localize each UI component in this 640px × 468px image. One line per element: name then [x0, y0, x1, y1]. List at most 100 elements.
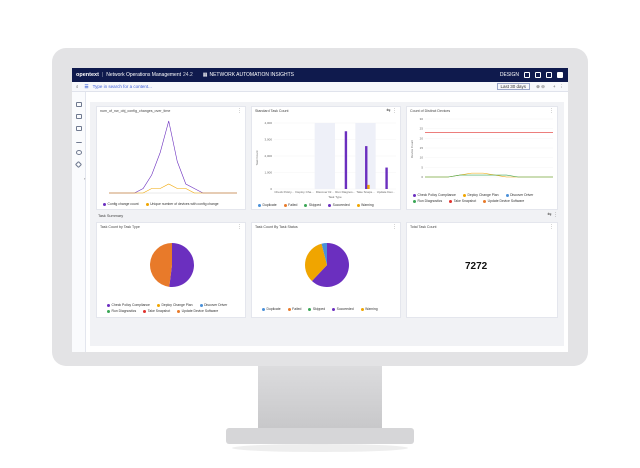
- legend-item[interactable]: Check Policy Compliance: [413, 193, 456, 197]
- legend-item[interactable]: Run Diagnostics: [107, 309, 136, 313]
- window-icon[interactable]: [76, 114, 82, 119]
- task-status-panel: Task Count By Task Status ⋮ Duplicate Fa…: [251, 222, 401, 318]
- section-menu-icon[interactable]: ⇆ ⋮: [547, 212, 558, 218]
- bar: [344, 131, 348, 189]
- bell-icon[interactable]: [535, 72, 541, 78]
- legend-swatch: [177, 309, 181, 313]
- legend-swatch: [308, 307, 312, 311]
- bar: [365, 146, 368, 189]
- legend-item[interactable]: Skipped: [304, 203, 321, 207]
- legend-swatch: [360, 307, 364, 311]
- legend-item[interactable]: Take Snapshot: [143, 309, 170, 313]
- expand-chevron-icon[interactable]: ›: [84, 176, 85, 181]
- legend-swatch: [304, 203, 308, 207]
- wrench-icon[interactable]: [74, 160, 83, 169]
- legend-item[interactable]: Discover Driver: [199, 303, 227, 307]
- x-tick-label: Run Diagnos...: [335, 190, 355, 194]
- legend-item[interactable]: Skipped: [308, 307, 325, 311]
- series-line: [109, 183, 237, 194]
- more-icon[interactable]: ⋮: [560, 84, 565, 90]
- legend-swatch: [462, 193, 466, 197]
- legend-item[interactable]: Discover Driver: [505, 193, 533, 197]
- grid-icon[interactable]: [76, 126, 82, 131]
- y-tick-label: 10: [420, 156, 424, 160]
- legend-item[interactable]: Succeeded: [332, 307, 354, 311]
- help-icon[interactable]: [546, 72, 552, 78]
- menu-icon[interactable]: ☰: [85, 84, 89, 90]
- y-tick-label: 3,000: [264, 138, 272, 142]
- legend-item[interactable]: Update Device Software: [483, 199, 524, 203]
- chart-legend: Check Policy Compliance Deploy Change Pl…: [107, 303, 241, 313]
- legend-swatch: [449, 199, 453, 203]
- x-tick-label: Check Policy...: [274, 190, 294, 194]
- design-button[interactable]: DESIGN: [500, 72, 519, 78]
- user-icon[interactable]: [557, 72, 563, 78]
- legend-item[interactable]: Succeeded: [328, 203, 350, 207]
- search-input[interactable]: Type in search for a content...: [93, 84, 152, 89]
- legend-swatch: [103, 202, 106, 206]
- app-version: 24.2: [183, 72, 193, 78]
- y-tick-label: 30: [420, 117, 424, 121]
- y-tick-label: 15: [420, 146, 424, 150]
- config-changes-chart: [109, 120, 237, 194]
- y-tick-label: 25: [420, 127, 424, 131]
- legend-swatch: [505, 193, 509, 197]
- search-icon: ⌕: [76, 84, 79, 89]
- legend-item[interactable]: Failed: [287, 307, 301, 311]
- pie-slice: [169, 243, 194, 287]
- y-axis-label: Device Count: [410, 140, 414, 158]
- globe-icon[interactable]: [76, 150, 82, 155]
- legend-swatch: [332, 307, 336, 311]
- legend-item[interactable]: Update Device Software: [177, 309, 218, 313]
- legend-swatch: [287, 307, 291, 311]
- time-range-selector[interactable]: Last 30 days: [496, 83, 531, 90]
- sidebar: ›: [72, 92, 86, 352]
- app-title: Network Operations Management: [106, 72, 181, 78]
- bar: [385, 167, 388, 189]
- panel-menu-icon[interactable]: ⋮: [549, 224, 554, 230]
- y-tick-label: 0: [421, 175, 423, 179]
- legend-swatch: [107, 303, 110, 307]
- app-header: opentext | Network Operations Management…: [72, 68, 568, 82]
- series-line: [109, 120, 237, 194]
- legend-item[interactable]: Warning: [356, 203, 374, 207]
- legend-item[interactable]: Unique number of devices with config cha…: [145, 202, 219, 206]
- legend-swatch: [199, 303, 203, 307]
- standard-task-count-panel: Standard Task Count ⇆ ⋮ 4,000 3,000 2,000 1…: [251, 106, 401, 210]
- brand-logo: opentext: [76, 72, 99, 78]
- legend-item[interactable]: Warning: [360, 307, 378, 311]
- legend-item[interactable]: Check Policy Compliance: [107, 303, 150, 307]
- legend-item[interactable]: Deploy Change Plan: [462, 193, 499, 197]
- task-type-panel: Task Count by Task Type ⋮ Check Policy C…: [96, 222, 246, 318]
- legend-swatch: [156, 303, 160, 307]
- legend-item[interactable]: Config change count: [103, 202, 139, 206]
- chart-legend: Config change count Unique number of dev…: [103, 202, 219, 206]
- legend-swatch: [283, 203, 287, 207]
- chart-legend: Check Policy Compliance Deploy Change Pl…: [413, 193, 553, 203]
- legend-swatch: [107, 309, 110, 313]
- task-status-pie: [305, 243, 349, 287]
- y-tick-label: 2,000: [264, 154, 272, 158]
- legend-item[interactable]: Take Snapshot: [449, 199, 476, 203]
- highlight-band: [314, 123, 335, 189]
- legend-swatch: [258, 203, 261, 207]
- search-bar: ⌕ ☰ Type in search for a content... Last…: [72, 82, 568, 92]
- standard-task-count-chart: 4,000 3,000 2,000 1,000 0Check Policy... Depl…: [255, 121, 396, 199]
- y-tick-label: 0: [270, 187, 272, 191]
- legend-item[interactable]: Failed: [283, 203, 297, 207]
- legend-item[interactable]: Deploy Change Plan: [156, 303, 193, 307]
- legend-swatch: [143, 309, 147, 313]
- legend-item[interactable]: Duplicate: [258, 203, 277, 207]
- grid-icon[interactable]: [524, 72, 530, 78]
- pulse-icon[interactable]: [76, 138, 82, 143]
- legend-item[interactable]: Duplicate: [262, 307, 281, 311]
- x-tick-label: Take Snaps...: [356, 190, 374, 194]
- legend-swatch: [413, 199, 416, 203]
- zoom-icon[interactable]: ⊕ ⊖: [536, 84, 545, 90]
- add-icon[interactable]: +: [553, 84, 556, 89]
- legend-item[interactable]: Run Diagnostics: [413, 199, 442, 203]
- x-tick-label: Discover Dr...: [316, 190, 334, 194]
- dashboard-icon: ▦: [202, 72, 208, 78]
- monitor-icon[interactable]: [76, 102, 82, 107]
- x-tick-label: Update Dev...: [377, 190, 395, 194]
